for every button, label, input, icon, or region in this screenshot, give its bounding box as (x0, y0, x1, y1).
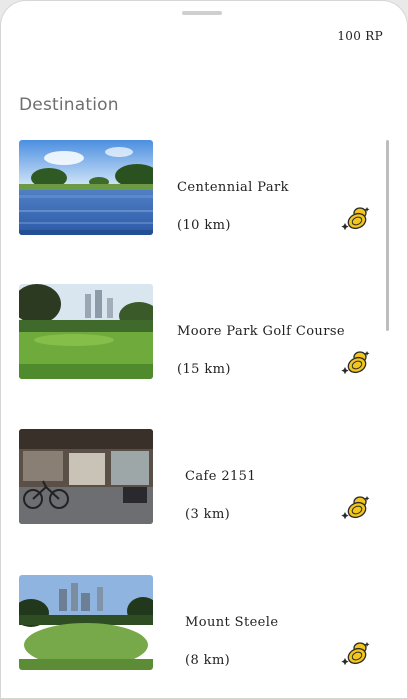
destination-item[interactable]: Mount Steele (8 km) (19, 575, 373, 670)
destination-thumbnail (19, 284, 153, 379)
destination-distance: (8 km) (185, 653, 231, 668)
destination-thumbnail (19, 575, 153, 670)
drag-handle[interactable] (182, 11, 222, 15)
destination-thumbnail (19, 429, 153, 524)
destination-item[interactable]: Moore Park Golf Course (15 km) (19, 284, 373, 379)
coins-icon (341, 496, 370, 520)
destination-distance: (3 km) (185, 507, 231, 522)
destination-name: Centennial Park (177, 180, 289, 195)
coins-icon (341, 642, 370, 666)
destination-name: Cafe 2151 (185, 469, 257, 484)
destination-thumbnail (19, 140, 153, 235)
coins-icon (341, 351, 370, 375)
coins-icon (341, 207, 370, 231)
reward-points: 100 RP (337, 29, 383, 43)
destination-name: Mount Steele (185, 615, 279, 630)
destination-item[interactable]: Cafe 2151 (3 km) (19, 429, 373, 524)
bottom-sheet: 100 RP Destination Centennial Park (10 k… (0, 0, 408, 699)
destination-name: Moore Park Golf Course (177, 324, 345, 339)
destination-distance: (10 km) (177, 218, 231, 233)
destination-distance: (15 km) (177, 362, 231, 377)
section-title: Destination (19, 95, 119, 115)
destination-item[interactable]: Centennial Park (10 km) (19, 140, 373, 235)
scrollbar[interactable] (386, 140, 389, 331)
